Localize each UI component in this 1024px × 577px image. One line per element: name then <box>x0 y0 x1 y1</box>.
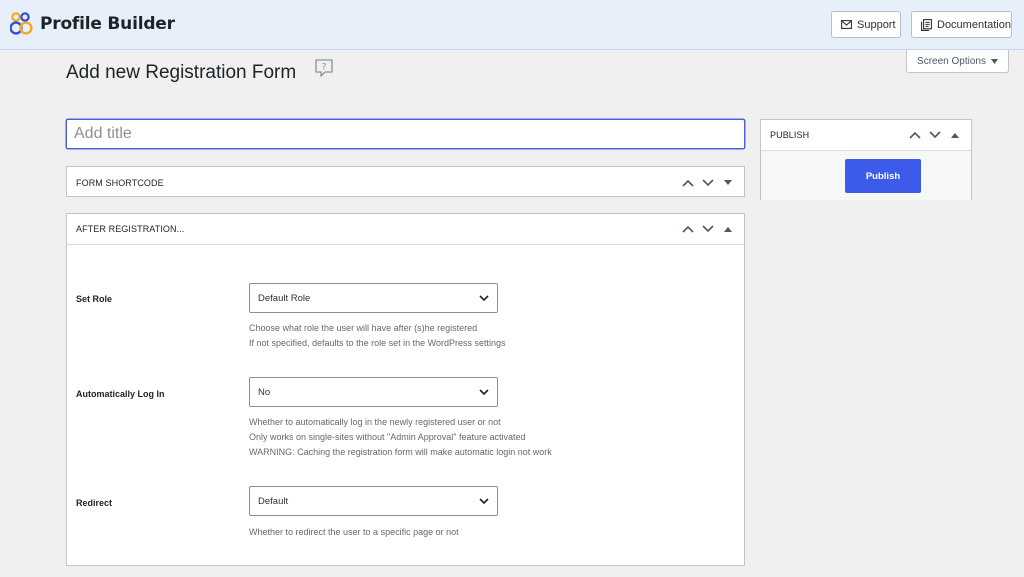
set-role-label: Set Role <box>76 294 113 304</box>
auto-login-value: No <box>258 386 271 398</box>
document-icon <box>921 18 932 31</box>
form-shortcode-header[interactable]: Form Shortcode <box>67 167 744 198</box>
chevron-down-icon <box>479 388 489 399</box>
publish-header[interactable]: Publish <box>761 120 971 151</box>
set-role-description: Choose what role the user will have afte… <box>249 321 505 351</box>
redirect-select[interactable]: Default <box>249 486 498 516</box>
documentation-button[interactable]: Documentation <box>911 11 1012 38</box>
toggle-panel-icon[interactable] <box>721 222 735 236</box>
brand: Profile Builder <box>10 11 175 36</box>
redirect-label: Redirect <box>76 498 113 508</box>
description-line: If not specified, defaults to the role s… <box>249 338 506 348</box>
description-line: WARNING: Caching the registration form w… <box>249 447 552 457</box>
move-up-icon[interactable] <box>908 128 922 142</box>
form-shortcode-box: Form Shortcode <box>66 166 745 197</box>
description-line: Only works on single-sites without "Admi… <box>249 432 526 442</box>
description-line: Whether to automatically log in the newl… <box>249 417 501 427</box>
publish-title: Publish <box>770 130 810 140</box>
after-registration-title: After Registration... <box>76 224 185 234</box>
screen-options-label: Screen Options <box>917 55 986 67</box>
mail-icon <box>841 20 852 29</box>
move-down-icon[interactable] <box>928 128 942 142</box>
caret-down-icon <box>990 56 998 67</box>
publish-actions: Publish <box>761 151 971 200</box>
auto-login-select[interactable]: No <box>249 377 498 407</box>
support-button[interactable]: Support <box>831 11 901 38</box>
move-up-icon[interactable] <box>681 222 695 236</box>
description-line: Whether to redirect the user to a specif… <box>249 527 459 537</box>
chevron-down-icon <box>479 294 489 305</box>
help-icon[interactable]: ? <box>314 58 334 83</box>
page-title: Add new Registration Form <box>66 62 297 83</box>
profile-builder-logo-icon <box>10 11 34 36</box>
redirect-description: Whether to redirect the user to a specif… <box>249 525 459 540</box>
move-up-icon[interactable] <box>681 176 695 190</box>
after-registration-box: After Registration... Set Role Default R… <box>66 213 745 566</box>
support-button-label: Support <box>857 18 896 31</box>
form-shortcode-title: Form Shortcode <box>76 177 164 188</box>
toggle-panel-icon[interactable] <box>721 176 735 190</box>
form-title-input[interactable] <box>66 119 745 149</box>
chevron-down-icon <box>479 497 489 508</box>
description-line: Choose what role the user will have afte… <box>249 323 478 333</box>
set-role-select[interactable]: Default Role <box>249 283 498 313</box>
auto-login-description: Whether to automatically log in the newl… <box>249 415 552 460</box>
svg-text:?: ? <box>322 63 327 73</box>
publish-button[interactable]: Publish <box>845 159 921 193</box>
move-down-icon[interactable] <box>701 176 715 190</box>
screen-options-button[interactable]: Screen Options <box>906 50 1009 73</box>
publish-box: Publish Publish <box>760 119 972 200</box>
auto-login-label: Automatically Log In <box>76 389 165 399</box>
after-registration-header[interactable]: After Registration... <box>67 214 744 245</box>
toggle-panel-icon[interactable] <box>948 128 962 142</box>
top-header: Profile Builder Support Documentation <box>0 0 1024 50</box>
documentation-button-label: Documentation <box>937 18 1011 31</box>
set-role-value: Default Role <box>258 292 311 304</box>
brand-name: Profile Builder <box>40 13 175 34</box>
redirect-value: Default <box>258 495 289 507</box>
move-down-icon[interactable] <box>701 222 715 236</box>
